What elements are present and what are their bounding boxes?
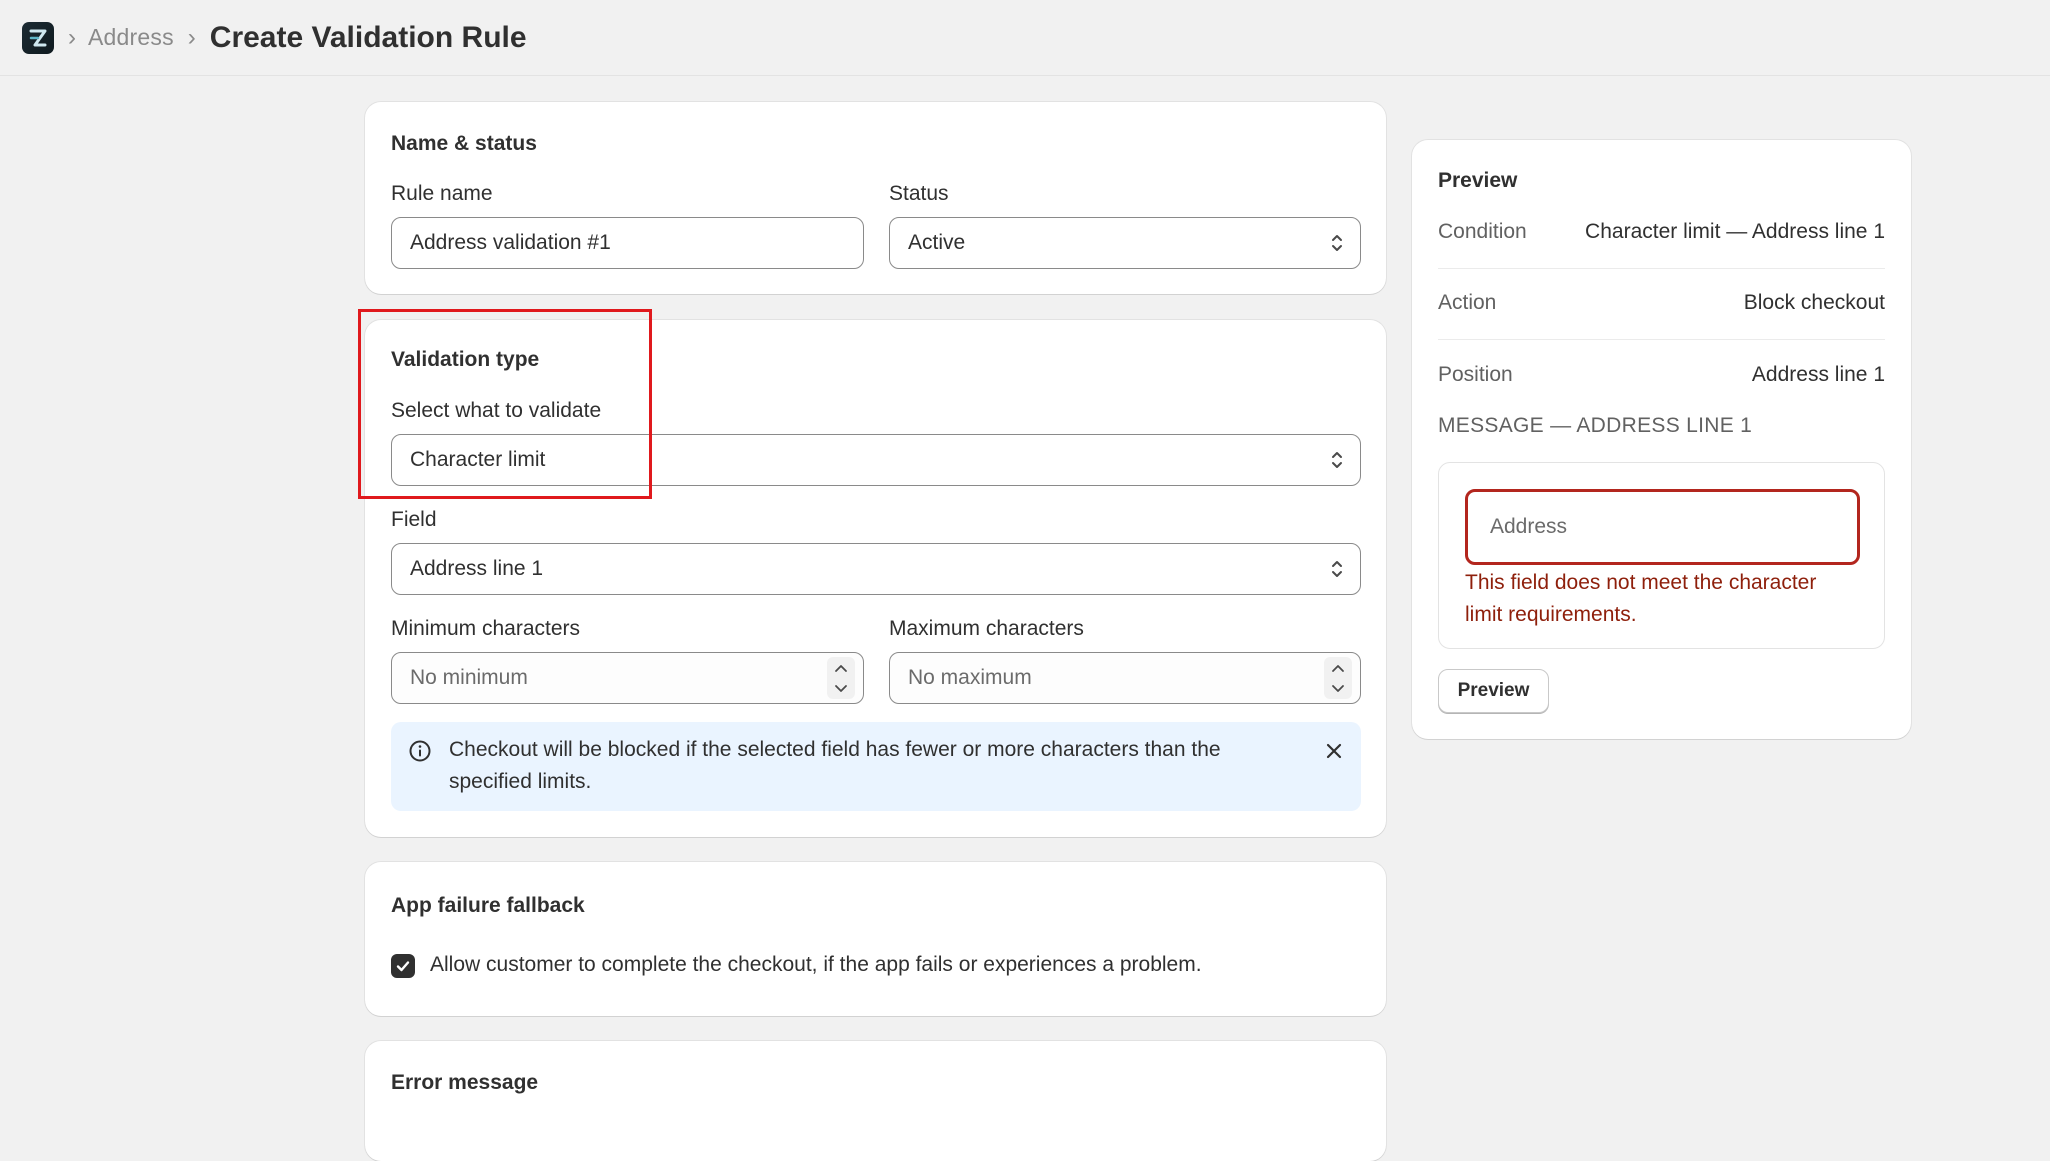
preview-error-line-2: limit requirements. bbox=[1465, 603, 1637, 626]
message-heading: MESSAGE — ADDRESS LINE 1 bbox=[1438, 414, 1753, 437]
position-value: Address line 1 bbox=[1751, 363, 1885, 386]
name-status-title: Name & status bbox=[391, 132, 537, 155]
breadcrumb-chevron-icon: › bbox=[68, 23, 76, 51]
min-characters-stepper[interactable] bbox=[827, 657, 855, 699]
rule-name-input[interactable]: Address validation #1 bbox=[391, 217, 864, 269]
status-value: Active bbox=[908, 231, 966, 254]
max-characters-stepper[interactable] bbox=[1324, 657, 1352, 699]
preview-position-row: Position Address line 1 bbox=[1438, 363, 1885, 403]
name-status-card: Name & status Rule name Address validati… bbox=[365, 102, 1386, 294]
preview-card: Preview Condition Character limit — Addr… bbox=[1412, 140, 1911, 739]
field-label: Field bbox=[391, 508, 437, 531]
select-arrows-icon bbox=[1332, 452, 1342, 468]
close-icon[interactable] bbox=[1325, 742, 1343, 760]
max-characters-label: Maximum characters bbox=[889, 617, 1084, 640]
preview-title: Preview bbox=[1438, 169, 1518, 192]
info-icon bbox=[409, 740, 431, 762]
divider bbox=[1438, 339, 1885, 340]
divider bbox=[1438, 268, 1885, 269]
rule-name-value: Address validation #1 bbox=[410, 231, 611, 254]
min-characters-input[interactable]: No minimum bbox=[391, 652, 864, 704]
chevron-down-icon[interactable] bbox=[1331, 684, 1345, 694]
info-banner: Checkout will be blocked if the selected… bbox=[391, 722, 1361, 811]
app-failure-fallback-card: App failure fallback Allow customer to c… bbox=[365, 862, 1386, 1016]
max-characters-placeholder: No maximum bbox=[908, 666, 1032, 689]
select-arrows-icon bbox=[1332, 235, 1342, 251]
min-characters-label: Minimum characters bbox=[391, 617, 581, 640]
action-value: Block checkout bbox=[1743, 291, 1885, 314]
page-title: Create Validation Rule bbox=[209, 20, 527, 54]
breadcrumb-chevron-icon: › bbox=[187, 23, 196, 51]
chevron-up-icon[interactable] bbox=[1331, 663, 1345, 673]
field-select[interactable]: Address line 1 bbox=[391, 543, 1361, 595]
rule-name-label: Rule name bbox=[391, 182, 493, 205]
top-bar: › Address › Create Validation Rule bbox=[0, 0, 2050, 76]
highlight-box bbox=[358, 309, 652, 499]
min-characters-placeholder: No minimum bbox=[410, 666, 528, 689]
action-key: Action bbox=[1438, 291, 1497, 314]
preview-error-line-1: This field does not meet the character bbox=[1465, 571, 1817, 594]
status-select[interactable]: Active bbox=[889, 217, 1361, 269]
app-logo-icon[interactable] bbox=[22, 21, 54, 54]
fallback-checkbox[interactable] bbox=[391, 954, 415, 978]
preview-error-text: This field does not meet the character l… bbox=[1465, 567, 1875, 631]
condition-value: Character limit — Address line 1 bbox=[1585, 220, 1885, 243]
preview-condition-row: Condition Character limit — Address line… bbox=[1438, 220, 1885, 260]
error-message-card: Error message bbox=[365, 1041, 1386, 1161]
preview-address-placeholder: Address bbox=[1490, 515, 1568, 538]
info-banner-text: Checkout will be blocked if the selected… bbox=[449, 734, 1309, 798]
chevron-down-icon[interactable] bbox=[834, 684, 848, 694]
checkmark-icon bbox=[396, 961, 410, 972]
status-label: Status bbox=[889, 182, 949, 205]
select-arrows-icon bbox=[1332, 561, 1342, 577]
chevron-up-icon[interactable] bbox=[834, 663, 848, 673]
preview-button[interactable]: Preview bbox=[1438, 669, 1549, 713]
info-banner-line-2: specified limits. bbox=[449, 770, 592, 793]
preview-message-box: Address This field does not meet the cha… bbox=[1438, 462, 1885, 649]
fallback-checkbox-label[interactable]: Allow customer to complete the checkout,… bbox=[430, 953, 1202, 977]
info-banner-line-1: Checkout will be blocked if the selected… bbox=[449, 738, 1221, 761]
error-message-title: Error message bbox=[391, 1071, 539, 1094]
position-key: Position bbox=[1438, 363, 1513, 386]
field-value: Address line 1 bbox=[410, 557, 544, 580]
breadcrumb-parent-link[interactable]: Address bbox=[88, 24, 174, 51]
max-characters-input[interactable]: No maximum bbox=[889, 652, 1361, 704]
condition-key: Condition bbox=[1438, 220, 1527, 243]
preview-action-row: Action Block checkout bbox=[1438, 291, 1885, 331]
app-failure-fallback-title: App failure fallback bbox=[391, 894, 585, 917]
preview-address-input[interactable]: Address bbox=[1465, 489, 1860, 565]
